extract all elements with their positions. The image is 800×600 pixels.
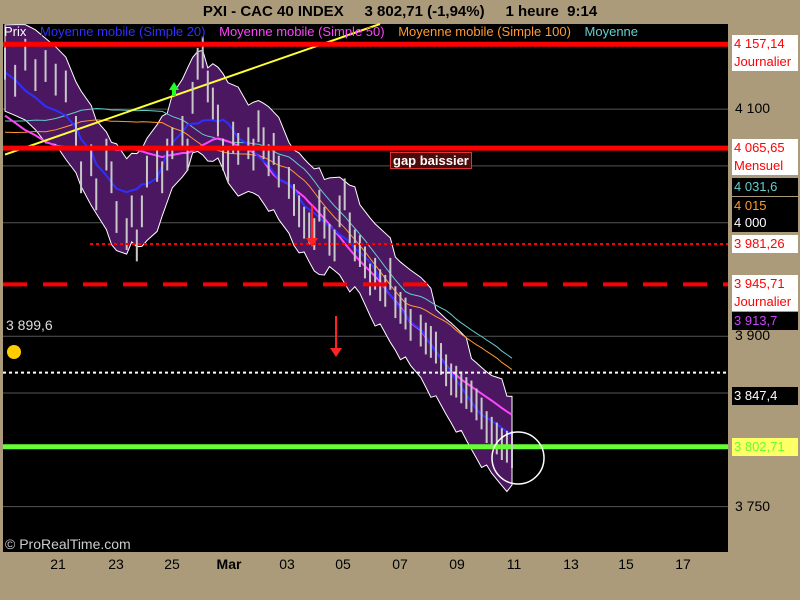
price-tag: 3 802,71 <box>732 437 798 456</box>
gap-annotation: gap baissier <box>390 152 472 169</box>
legend-item-price: Prix <box>4 24 27 39</box>
price-tag: 4 031,6 <box>732 177 798 196</box>
x-tick-label: 13 <box>563 556 579 572</box>
x-tick-label: Mar <box>216 556 242 572</box>
legend-item-sma50: Moyenne mobile (Simple 50) <box>219 24 385 39</box>
y-tick-label: 3 750 <box>735 497 771 514</box>
chart-legend: Prix Moyenne mobile (Simple 20) Moyenne … <box>4 24 648 40</box>
legend-item-avg: Moyenne <box>584 24 639 39</box>
legend-item-sma20: Moyenne mobile (Simple 20) <box>40 24 206 39</box>
down-arrow-head <box>330 348 342 357</box>
price-tag: 4 015 <box>732 196 798 215</box>
copyright-text: © ProRealTime.com <box>5 536 131 552</box>
x-tick-label: 17 <box>675 556 691 572</box>
x-tick-label: 03 <box>279 556 295 572</box>
x-axis-labels: 21 23 25 Mar 03 05 07 09 11 13 15 17 <box>0 556 800 578</box>
x-tick-label: 21 <box>50 556 66 572</box>
price-tag: 3 913,7 <box>732 311 798 330</box>
price-tag-sub: Journalier <box>732 53 798 72</box>
x-tick-label: 09 <box>449 556 465 572</box>
x-tick-label: 15 <box>618 556 634 572</box>
price-tag-sub: Mensuel <box>732 157 798 176</box>
y-tick-label: 4 100 <box>735 100 771 117</box>
bollinger-band <box>4 24 513 493</box>
price-tag: 4 065,65 <box>732 139 798 158</box>
x-tick-label: 07 <box>392 556 408 572</box>
price-tag: 4 000 <box>732 213 798 232</box>
x-tick-label: 23 <box>108 556 124 572</box>
alert-bell-icon <box>7 345 21 359</box>
x-tick-label: 11 <box>506 556 522 572</box>
x-tick-label: 25 <box>164 556 180 572</box>
legend-item-sma100: Moyenne mobile (Simple 100) <box>398 24 571 39</box>
price-tag: 4 157,14 <box>732 35 798 54</box>
x-tick-label: 05 <box>335 556 351 572</box>
price-tag-sub: Journalier <box>732 293 798 312</box>
left-level-label: 3 899,6 <box>6 316 53 333</box>
chart-svg <box>3 23 728 508</box>
price-tag: 3 981,26 <box>732 234 798 253</box>
price-tag: 3 847,4 <box>732 386 798 405</box>
price-tag: 3 945,71 <box>732 275 798 294</box>
